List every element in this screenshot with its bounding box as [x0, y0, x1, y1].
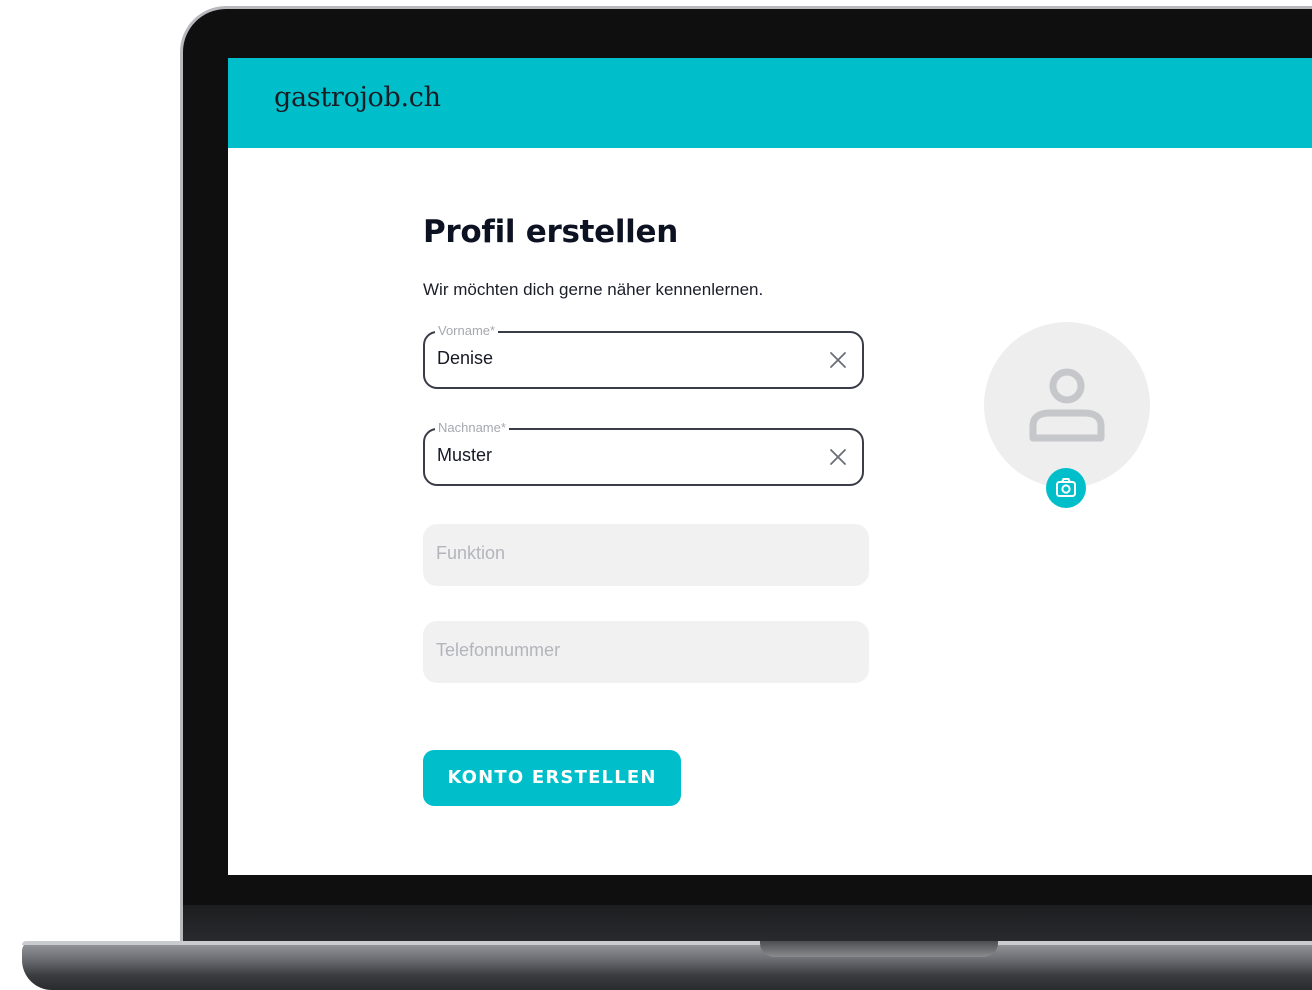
camera-upload-button[interactable] — [1046, 468, 1086, 508]
logo[interactable]: gastrojob.ch — [274, 82, 441, 113]
close-icon[interactable] — [828, 350, 848, 370]
create-account-button[interactable]: KONTO ERSTELLEN — [423, 750, 681, 806]
last-name-value[interactable]: Muster — [437, 445, 492, 466]
last-name-label: Nachname* — [435, 420, 509, 436]
camera-icon — [1056, 478, 1076, 497]
function-placeholder: Funktion — [436, 543, 506, 563]
phone-placeholder: Telefonnummer — [436, 640, 561, 660]
first-name-field[interactable]: Vorname* Denise — [423, 323, 864, 389]
laptop-notch — [760, 941, 998, 957]
laptop-base — [22, 941, 1312, 990]
page-subtitle: Wir möchten dich gerne näher kennenlerne… — [423, 280, 764, 299]
user-icon — [1029, 368, 1105, 442]
app-header: gastrojob.ch — [228, 58, 1312, 148]
laptop-mockup: gastrojob.ch Profil erstellen Wir möchte… — [0, 0, 1312, 990]
first-name-value[interactable]: Denise — [437, 348, 493, 369]
last-name-field[interactable]: Nachname* Muster — [423, 420, 864, 486]
avatar-placeholder[interactable] — [984, 322, 1150, 488]
function-field[interactable]: Funktion — [423, 524, 869, 586]
phone-field[interactable]: Telefonnummer — [423, 621, 869, 683]
page-title: Profil erstellen — [423, 214, 678, 250]
close-icon[interactable] — [828, 447, 848, 467]
laptop-bezel-bottom — [183, 905, 1312, 945]
app-screen: gastrojob.ch Profil erstellen Wir möchte… — [228, 58, 1312, 875]
first-name-label: Vorname* — [435, 323, 499, 339]
laptop-base-edge — [22, 941, 1312, 945]
